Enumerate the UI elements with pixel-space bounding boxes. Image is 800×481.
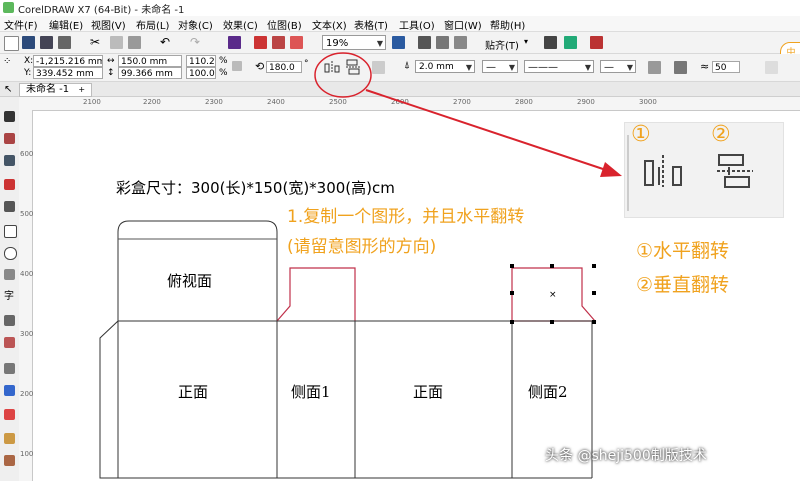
callout-arrow-line <box>365 89 613 173</box>
legend-horizontal-flip: ①水平翻转 <box>636 240 730 262</box>
zoomed-mirror-buttons-panel: ① ② <box>624 122 784 218</box>
zoomed-mirror-horizontal-icon <box>644 155 682 187</box>
selection-center-mark: × <box>549 290 557 300</box>
instruction-line-2: (请留意图形的方向) <box>287 237 437 257</box>
highlight-circle <box>314 52 372 98</box>
side-face-1-label: 侧面1 <box>291 383 331 401</box>
source-watermark: 头条 @sheji500制版技术 <box>545 448 707 464</box>
legend-vertical-flip: ②垂直翻转 <box>636 274 730 296</box>
front-face-2-label: 正面 <box>413 383 444 401</box>
callout-arrow-head <box>600 162 622 177</box>
zoomed-mirror-vertical-icon <box>717 154 753 188</box>
instruction-line-1: 1.复制一个图形，并且水平翻转 <box>287 207 525 227</box>
box-size-heading: 彩盒尺寸：300(长)*150(宽)*300(高)cm <box>116 179 395 197</box>
side-tab-shape <box>276 267 356 322</box>
side-face-2-label: 侧面2 <box>528 383 568 401</box>
zoomed-icons <box>627 135 753 211</box>
front-face-1-label: 正面 <box>178 383 209 401</box>
glue-flap <box>99 320 119 479</box>
top-face-label: 俯视面 <box>167 272 213 290</box>
